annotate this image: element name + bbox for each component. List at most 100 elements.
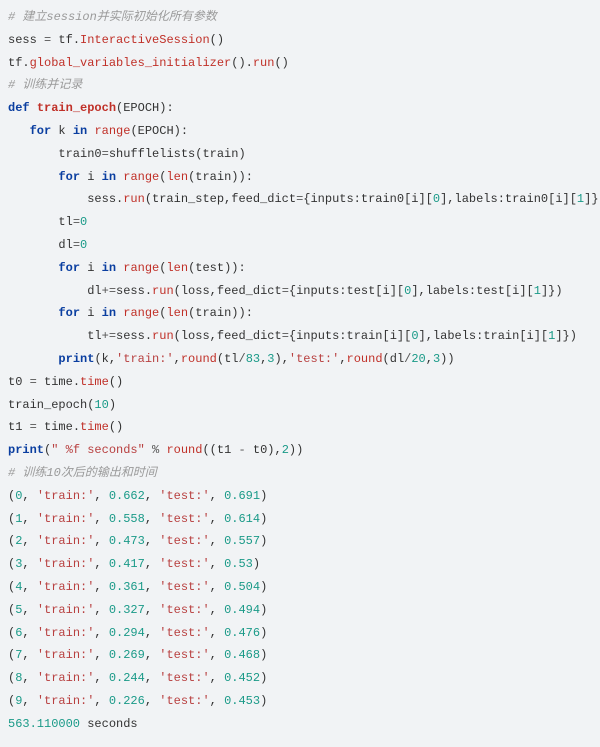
code-token: (test)):	[188, 261, 246, 275]
code-token: dl	[8, 284, 102, 298]
code-token: for	[58, 170, 80, 184]
code-token: +=	[102, 329, 116, 343]
code-token: tl	[8, 329, 102, 343]
code-token: round	[181, 352, 217, 366]
code-token: ],labels:train[i][	[419, 329, 549, 343]
code-token: ()	[109, 420, 123, 434]
code-token: run	[152, 329, 174, 343]
code-token: =	[102, 147, 109, 161]
output-line: 563.110000 seconds	[8, 717, 138, 731]
code-token: ]})	[584, 192, 600, 206]
code-token: 10	[94, 398, 108, 412]
code-token: -	[238, 443, 245, 457]
code-token: train_epoch	[37, 101, 116, 115]
code-token: dl	[8, 238, 73, 252]
output-line: (5, 'train:', 0.327, 'test:', 0.494)	[8, 603, 267, 617]
code-token: 0	[80, 238, 87, 252]
code-token: ()	[109, 375, 123, 389]
code-token: =	[73, 238, 80, 252]
code-token: ((t1	[202, 443, 238, 457]
code-token	[8, 352, 58, 366]
code-token: ,	[174, 352, 181, 366]
code-token: in	[102, 170, 116, 184]
code-token: ()	[274, 56, 288, 70]
comment-line: # 训练10次后的输出和时间	[8, 466, 157, 480]
code-token: sess.	[116, 284, 152, 298]
code-token: InteractiveSession	[80, 33, 210, 47]
code-token: range	[123, 261, 159, 275]
code-token: tf.	[51, 33, 80, 47]
code-token: run	[152, 284, 174, 298]
code-token: (train)):	[188, 306, 253, 320]
code-token: t0),	[246, 443, 282, 457]
code-token	[30, 101, 37, 115]
code-token: =	[282, 284, 289, 298]
output-line: (4, 'train:', 0.361, 'test:', 0.504)	[8, 580, 267, 594]
comment-line: # 训练并记录	[8, 78, 82, 92]
code-token: 0	[411, 329, 418, 343]
code-token: )	[109, 398, 116, 412]
code-token: +=	[102, 284, 116, 298]
code-token: 0	[433, 192, 440, 206]
code-token: /	[238, 352, 245, 366]
code-token: len	[166, 170, 188, 184]
code-token: 0	[80, 215, 87, 229]
code-token: tl	[8, 215, 73, 229]
code-token: range	[123, 170, 159, 184]
code-token: 83	[246, 352, 260, 366]
code-token: i	[80, 170, 102, 184]
code-token: ]})	[555, 329, 577, 343]
code-token: (loss,feed_dict	[174, 329, 282, 343]
code-token	[8, 306, 58, 320]
output-block: (0, 'train:', 0.662, 'test:', 0.691) (1,…	[8, 485, 592, 736]
code-token: 1	[534, 284, 541, 298]
code-token: =	[73, 215, 80, 229]
code-token: {inputs:train0[i][	[303, 192, 433, 206]
code-token: ()	[210, 33, 224, 47]
code-token: sess.	[116, 329, 152, 343]
code-token: tf.	[8, 56, 30, 70]
code-token: ],labels:train0[i][	[440, 192, 577, 206]
code-token: for	[58, 306, 80, 320]
code-token: for	[30, 124, 52, 138]
code-token: run	[253, 56, 275, 70]
code-token: {inputs:train[i][	[289, 329, 411, 343]
code-token: ))	[289, 443, 303, 457]
code-token: (EPOCH):	[130, 124, 188, 138]
code-token: (train)):	[188, 170, 253, 184]
code-token: print	[8, 443, 44, 457]
code-token: time.	[37, 375, 80, 389]
output-line: (6, 'train:', 0.294, 'test:', 0.476)	[8, 626, 267, 640]
code-token: sess	[8, 33, 44, 47]
code-token: range	[94, 124, 130, 138]
code-token: global_variables_initializer	[30, 56, 232, 70]
code-token: train0	[8, 147, 102, 161]
code-token: =	[282, 329, 289, 343]
code-token: shufflelists(train)	[109, 147, 246, 161]
code-token: (train_step,feed_dict	[145, 192, 296, 206]
output-line: (7, 'train:', 0.269, 'test:', 0.468)	[8, 648, 267, 662]
code-token: time.	[37, 420, 80, 434]
code-token: train_epoch(	[8, 398, 94, 412]
code-token: time	[80, 420, 109, 434]
code-token: 3	[267, 352, 274, 366]
code-block: # 建立session并实际初始化所有参数 sess = tf.Interact…	[8, 6, 592, 485]
code-token: t0	[8, 375, 30, 389]
code-token: i	[80, 306, 102, 320]
code-token: round	[347, 352, 383, 366]
code-token: round	[166, 443, 202, 457]
output-line: (9, 'train:', 0.226, 'test:', 0.453)	[8, 694, 267, 708]
code-token: " %f seconds"	[51, 443, 145, 457]
code-token: def	[8, 101, 30, 115]
code-token: ,	[426, 352, 433, 366]
output-line: (2, 'train:', 0.473, 'test:', 0.557)	[8, 534, 267, 548]
comment-line: # 建立session并实际初始化所有参数	[8, 10, 217, 24]
code-token: time	[80, 375, 109, 389]
code-token: =	[30, 420, 37, 434]
code-token: (k,	[94, 352, 116, 366]
code-token: sess.	[8, 192, 123, 206]
output-line: (8, 'train:', 0.244, 'test:', 0.452)	[8, 671, 267, 685]
code-token: len	[166, 261, 188, 275]
code-token: run	[123, 192, 145, 206]
code-token	[8, 170, 58, 184]
